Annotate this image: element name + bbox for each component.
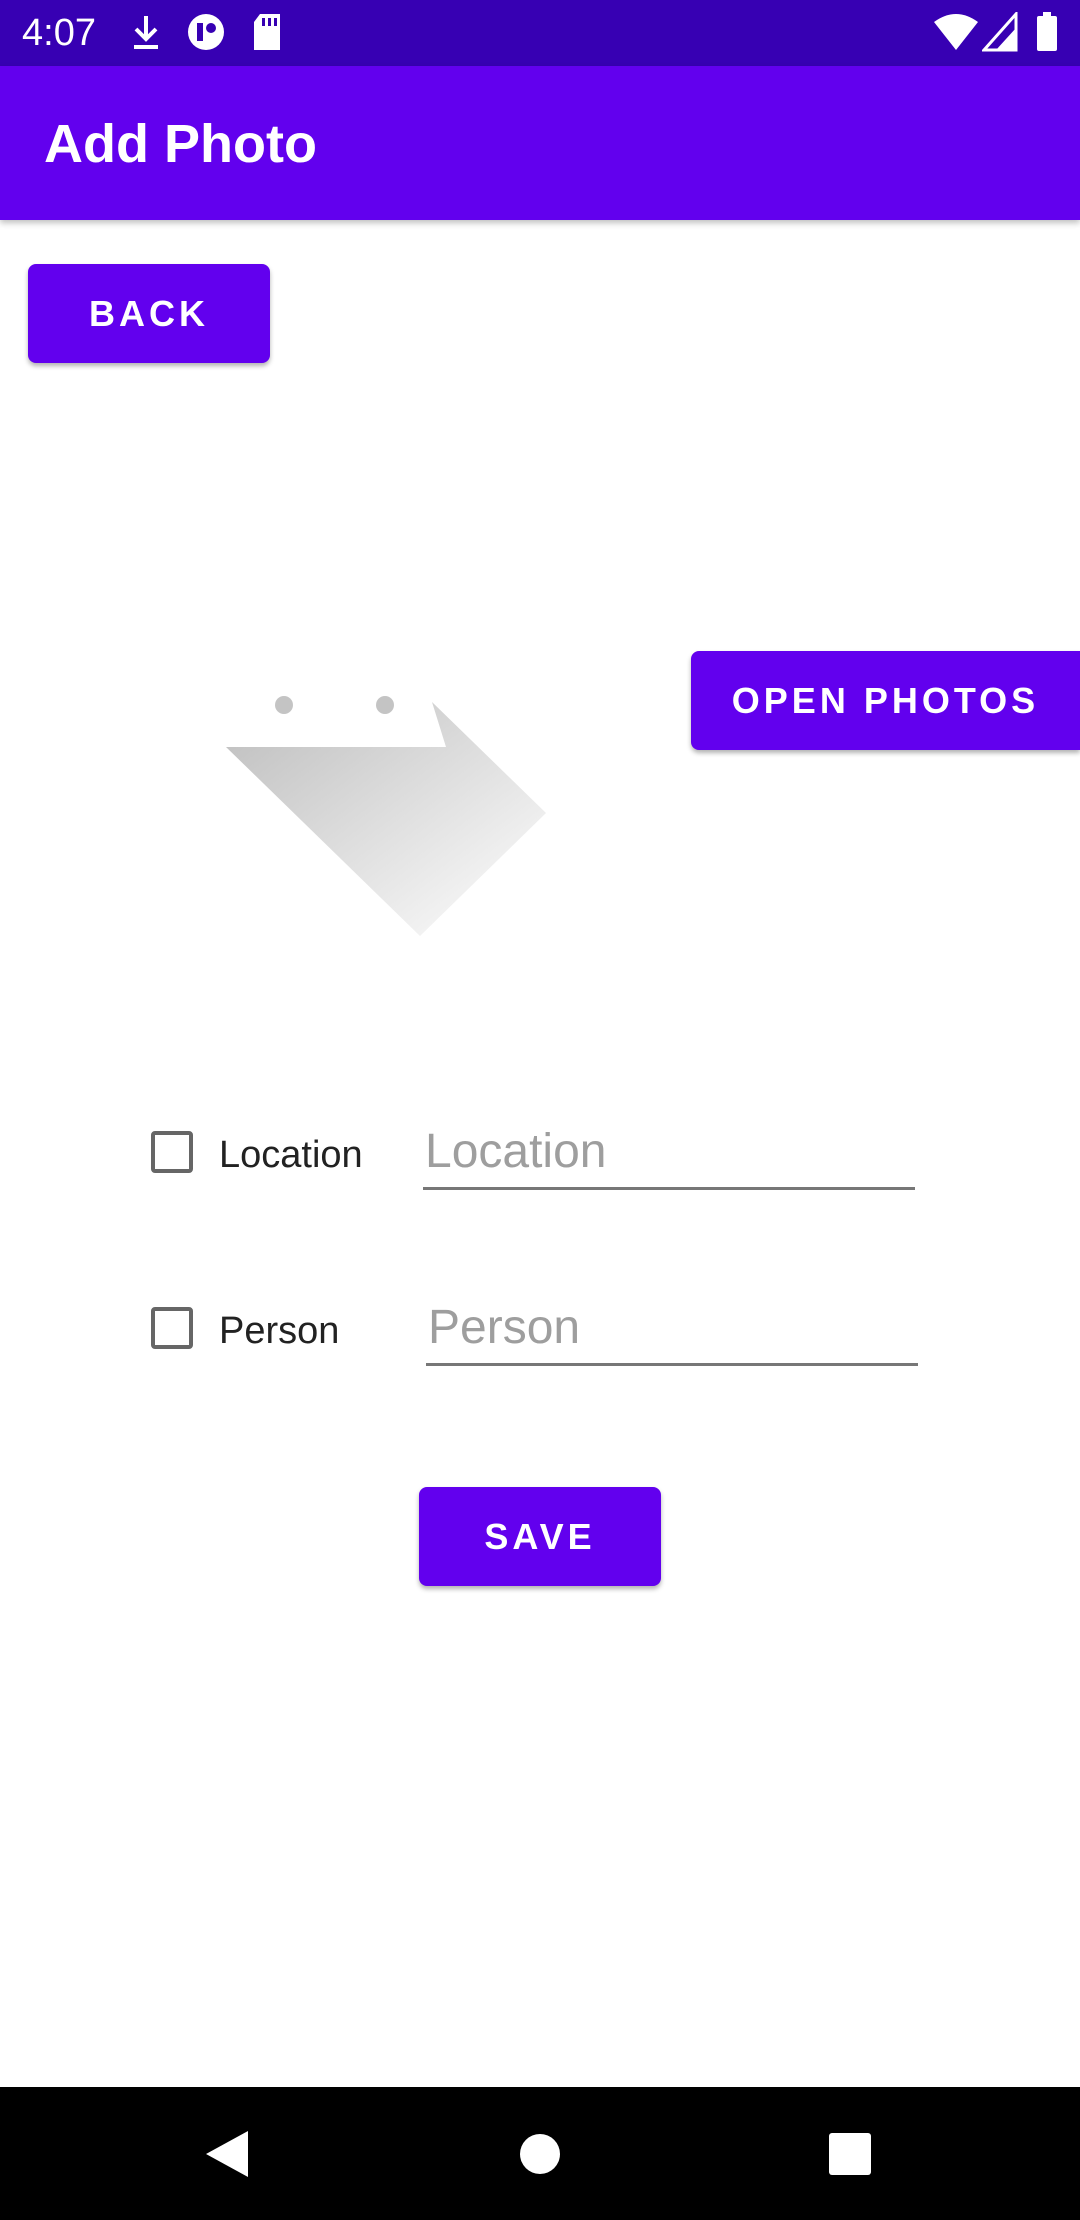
- recents-icon[interactable]: [829, 2133, 871, 2180]
- location-input[interactable]: [423, 1116, 915, 1190]
- photo-placeholder-image: [220, 680, 560, 950]
- location-checkbox[interactable]: [151, 1131, 193, 1173]
- status-bar: 4:07: [0, 0, 1080, 66]
- sd-card-icon: [252, 12, 284, 57]
- back-button[interactable]: BACK: [28, 264, 270, 363]
- battery-icon: [1036, 12, 1058, 57]
- back-icon[interactable]: [204, 2129, 250, 2184]
- location-checkbox-label[interactable]: Location: [219, 1131, 363, 1179]
- open-photos-button[interactable]: OPEN PHOTOS: [691, 651, 1080, 750]
- page-title: Add Photo: [44, 114, 317, 174]
- person-input[interactable]: [426, 1292, 918, 1366]
- person-checkbox[interactable]: [151, 1307, 193, 1349]
- home-icon[interactable]: [519, 2133, 561, 2180]
- wifi-icon: [934, 12, 978, 57]
- person-checkbox-label[interactable]: Person: [219, 1307, 339, 1355]
- download-icon: [130, 12, 162, 57]
- app-notification-icon: [186, 12, 226, 57]
- cell-signal-icon: [980, 10, 1018, 57]
- navigation-bar: [0, 2087, 1080, 2220]
- save-button[interactable]: SAVE: [419, 1487, 661, 1586]
- status-time: 4:07: [22, 12, 96, 54]
- app-bar: Add Photo: [0, 66, 1080, 220]
